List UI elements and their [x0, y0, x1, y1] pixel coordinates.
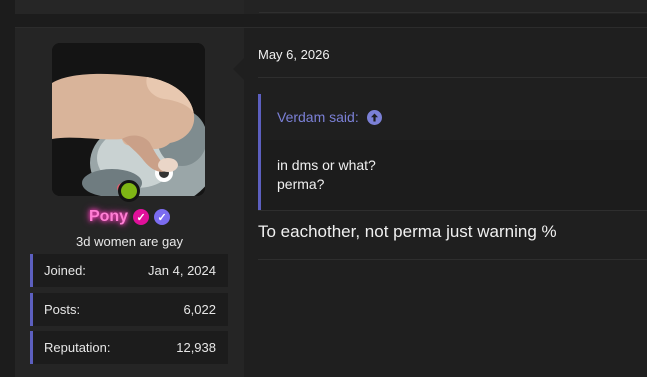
divider: [258, 259, 647, 260]
divider: [259, 12, 647, 13]
quote-line: perma?: [277, 176, 325, 192]
quote-author[interactable]: Verdam said:: [277, 109, 359, 125]
user-column: Pony ✓ ✓ 3d women are gay Joined: Jan 4,…: [15, 28, 244, 377]
check-badge-icon[interactable]: ✓: [133, 209, 150, 225]
stat-joined: Joined: Jan 4, 2024: [30, 254, 228, 287]
speech-arrow: [233, 58, 244, 80]
check-badge-icon[interactable]: ✓: [154, 209, 171, 225]
divider: [258, 210, 647, 211]
previous-post: [15, 0, 647, 14]
post-message: To eachother, not perma just warning %: [258, 222, 557, 241]
quote-line: in dms or what?: [277, 157, 376, 173]
stat-value: 6,022: [183, 302, 216, 317]
divider: [258, 77, 647, 78]
arrow-up-circle-icon[interactable]: [366, 109, 382, 125]
quote-block: Verdam said: in dms or what? perma?: [258, 94, 647, 210]
username[interactable]: Pony: [89, 208, 128, 226]
post-date[interactable]: May 6, 2026: [258, 47, 330, 62]
stat-value: 12,938: [176, 340, 216, 355]
quote-body: in dms or what? perma?: [258, 140, 647, 210]
online-status-icon: [118, 180, 140, 202]
avatar[interactable]: [52, 43, 205, 196]
avatar-image: [52, 43, 205, 196]
user-title: 3d women are gay: [76, 234, 183, 249]
stat-label: Reputation:: [44, 340, 111, 355]
quote-header[interactable]: Verdam said:: [258, 94, 647, 140]
post: Pony ✓ ✓ 3d women are gay Joined: Jan 4,…: [15, 27, 647, 377]
stat-reputation: Reputation: 12,938: [30, 331, 228, 364]
post-content: May 6, 2026 Verdam said: in dms or what?…: [233, 28, 647, 377]
stat-label: Joined:: [44, 263, 86, 278]
stat-value: Jan 4, 2024: [148, 263, 216, 278]
username-row: Pony ✓ ✓: [15, 206, 244, 228]
stat-posts: Posts: 6,022: [30, 293, 228, 326]
stat-label: Posts:: [44, 302, 81, 317]
previous-post-user-column: [15, 0, 244, 14]
